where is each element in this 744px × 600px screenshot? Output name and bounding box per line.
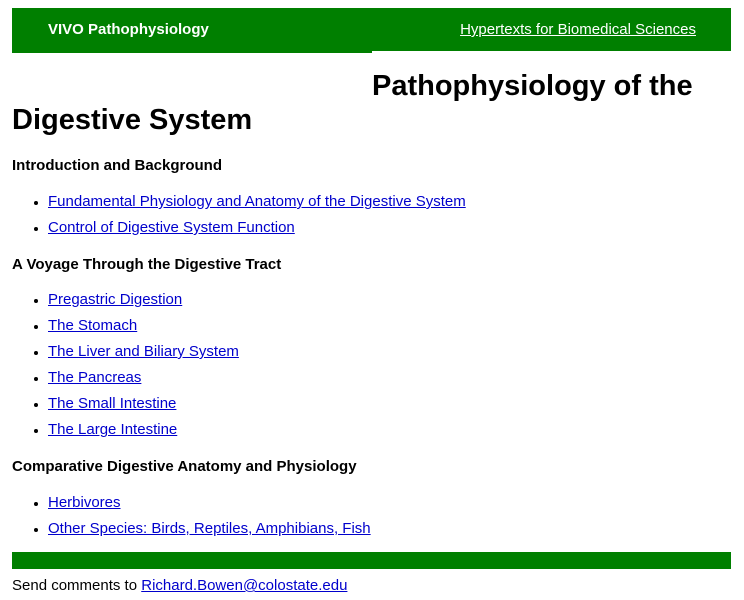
page-title-line1: Pathophysiology of the	[372, 70, 693, 102]
hypertexts-link[interactable]: Hypertexts for Biomedical Sciences	[460, 21, 696, 38]
list-item: The Large Intestine	[48, 417, 239, 443]
link-list: Pregastric Digestion The Stomach The Liv…	[0, 287, 239, 443]
section-heading: Comparative Digestive Anatomy and Physio…	[12, 458, 357, 475]
footer-comment: Send comments to Richard.Bowen@colostate…	[12, 577, 347, 594]
section-heading: A Voyage Through the Digestive Tract	[12, 256, 282, 273]
link[interactable]: The Large Intestine	[48, 421, 177, 438]
link[interactable]: Pregastric Digestion	[48, 291, 182, 308]
link[interactable]: The Liver and Biliary System	[48, 343, 239, 360]
link[interactable]: The Small Intestine	[48, 395, 176, 412]
list-item: The Liver and Biliary System	[48, 339, 239, 365]
site-brand: VIVO Pathophysiology	[48, 21, 209, 38]
link[interactable]: Control of Digestive System Function	[48, 219, 295, 236]
page-title-line2: Digestive System	[12, 104, 253, 136]
list-item: The Small Intestine	[48, 391, 239, 417]
list-item: The Stomach	[48, 313, 239, 339]
link[interactable]: Herbivores	[48, 494, 121, 511]
link[interactable]: The Pancreas	[48, 369, 141, 386]
link-list: Herbivores Other Species: Birds, Reptile…	[0, 490, 371, 542]
list-item: Herbivores	[48, 490, 371, 516]
link[interactable]: Fundamental Physiology and Anatomy of th…	[48, 193, 466, 210]
list-item: Pregastric Digestion	[48, 287, 239, 313]
list-item: Control of Digestive System Function	[48, 215, 466, 241]
footer-bar	[12, 552, 731, 569]
list-item: The Pancreas	[48, 365, 239, 391]
footer-text: Send comments to	[12, 577, 142, 594]
email-link[interactable]: Richard.Bowen@colostate.edu	[141, 577, 347, 594]
link[interactable]: The Stomach	[48, 317, 137, 334]
list-item: Fundamental Physiology and Anatomy of th…	[48, 189, 466, 215]
section-heading: Introduction and Background	[12, 157, 222, 174]
link-list: Fundamental Physiology and Anatomy of th…	[0, 189, 466, 241]
link[interactable]: Other Species: Birds, Reptiles, Amphibia…	[48, 520, 371, 537]
list-item: Other Species: Birds, Reptiles, Amphibia…	[48, 516, 371, 542]
